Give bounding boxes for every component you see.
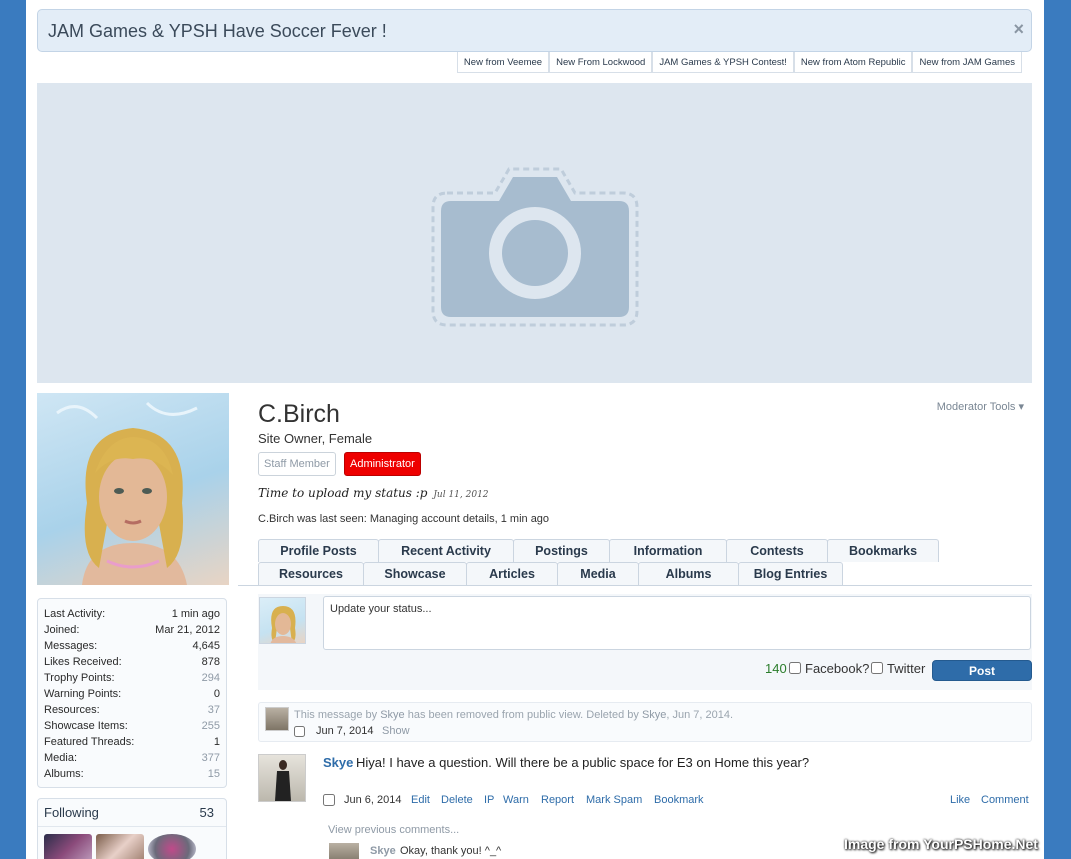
following-avatar[interactable] (96, 834, 144, 859)
camera-icon (431, 167, 639, 327)
ip-link[interactable]: IP (484, 794, 494, 806)
post-avatar-image (275, 760, 291, 801)
comment-text: Okay, thank you! ^_^ (400, 845, 502, 857)
post-text: Hiya! I have a question. Will there be a… (356, 755, 810, 770)
page: JAM Games & YPSH Have Soccer Fever ! × N… (26, 0, 1044, 859)
post-date[interactable]: Jun 6, 2014 (344, 794, 402, 806)
deleted-author-link[interactable]: Skye (380, 709, 404, 721)
tab-information[interactable]: Information (609, 539, 727, 562)
status-input[interactable] (323, 596, 1031, 650)
composer-avatar-image (270, 606, 297, 643)
stat-featured-threads: Featured Threads: 1 (44, 736, 220, 748)
stat-media: Media: 377 (44, 752, 220, 764)
member-stats: Last Activity: 1 min ago Joined: Mar 21, 2… (37, 598, 227, 788)
notice-tabs: New from Veemee New From Lockwood JAM Ga… (456, 52, 1022, 73)
tab-profile-posts[interactable]: Profile Posts (258, 539, 379, 562)
deleter-link[interactable]: Skye (642, 709, 666, 721)
report-link[interactable]: Report (541, 794, 574, 806)
facebook-label: Facebook? (805, 661, 870, 676)
notice-title: JAM Games & YPSH Have Soccer Fever ! (48, 21, 387, 41)
stat-joined: Joined: Mar 21, 2012 (44, 624, 220, 636)
bookmark-link[interactable]: Bookmark (654, 794, 704, 806)
comment-author-link[interactable]: Skye (370, 845, 396, 857)
avatar-image (56, 401, 198, 585)
following-box: Following 53 (37, 798, 227, 859)
following-avatar[interactable] (148, 834, 196, 859)
stat-showcase-items: Showcase Items: 255 (44, 720, 220, 732)
cover-photo (37, 83, 1032, 383)
post-author-link[interactable]: Skye (323, 755, 353, 770)
notice-tab-contest[interactable]: JAM Games & YPSH Contest! (652, 52, 794, 73)
twitter-label: Twitter (887, 661, 926, 676)
stat-messages: Messages: 4,645 (44, 640, 220, 652)
post-select-checkbox[interactable] (323, 794, 335, 806)
deleted-suffix: , Jun 7, 2014. (666, 709, 734, 721)
notice-tab-lockwood[interactable]: New From Lockwood (549, 52, 653, 73)
comment-author-avatar[interactable] (329, 843, 359, 859)
user-title: Site Owner, Female (258, 431, 373, 446)
following-count: 53 (199, 805, 214, 820)
following-avatar[interactable] (44, 834, 92, 859)
staff-member-badge: Staff Member (258, 452, 336, 476)
character-counter: 140 (765, 661, 787, 676)
stat-resources: Resources: 37 (44, 704, 220, 716)
moderator-tools-menu[interactable]: Moderator Tools ▾ (937, 400, 1024, 413)
following-header[interactable]: Following 53 (38, 799, 226, 827)
avatar[interactable] (37, 393, 229, 585)
like-link[interactable]: Like (950, 794, 970, 806)
deleted-select-checkbox[interactable] (294, 726, 305, 737)
mark-spam-link[interactable]: Mark Spam (586, 794, 642, 806)
tab-postings[interactable]: Postings (513, 539, 610, 562)
close-icon[interactable]: × (1013, 19, 1024, 40)
stat-likes: Likes Received: 878 (44, 656, 220, 668)
profile-tabs-row-1: Profile Posts Recent Activity Postings I… (258, 539, 939, 562)
tab-bookmarks[interactable]: Bookmarks (827, 539, 939, 562)
view-previous-comments-link[interactable]: View previous comments... (328, 824, 459, 836)
edit-link[interactable]: Edit (411, 794, 430, 806)
deleted-notice: This message by Skye has been removed fr… (294, 709, 733, 721)
deleted-prefix: This message by (294, 709, 378, 721)
show-link[interactable]: Show (382, 725, 410, 737)
delete-link[interactable]: Delete (441, 794, 473, 806)
status-text: Time to upload my status :p (258, 486, 428, 500)
notice-bar: JAM Games & YPSH Have Soccer Fever ! × (37, 9, 1032, 52)
user-status: Time to upload my status :p Jul 11, 2012 (258, 486, 489, 500)
notice-tab-jam-games[interactable]: New from JAM Games (912, 52, 1022, 73)
administrator-badge: Administrator (344, 452, 421, 476)
profile-main: Moderator Tools ▾ C.Birch Site Owner, Fe… (238, 393, 1032, 859)
deleted-date[interactable]: Jun 7, 2014 (316, 725, 374, 737)
notice-tab-veemee[interactable]: New from Veemee (456, 52, 550, 73)
tab-showcase[interactable]: Showcase (363, 562, 467, 585)
post-button[interactable]: Post (932, 660, 1032, 681)
stat-trophy-points: Trophy Points: 294 (44, 672, 220, 684)
following-label[interactable]: Following (44, 805, 99, 826)
post-author-avatar[interactable] (258, 754, 306, 802)
tab-blog-entries[interactable]: Blog Entries (738, 562, 843, 585)
profile-tabs-row-2: Resources Showcase Articles Media Albums… (258, 562, 843, 585)
comment-link[interactable]: Comment (981, 794, 1029, 806)
last-seen: C.Birch was last seen: Managing account … (258, 513, 550, 525)
deleted-author-avatar[interactable] (265, 707, 289, 731)
warn-link[interactable]: Warn (503, 794, 529, 806)
tab-albums[interactable]: Albums (638, 562, 739, 585)
tab-resources[interactable]: Resources (258, 562, 364, 585)
tab-recent-activity[interactable]: Recent Activity (378, 539, 514, 562)
stat-last-activity: Last Activity: 1 min ago (44, 608, 220, 620)
status-date[interactable]: Jul 11, 2012 (433, 490, 488, 500)
stat-albums: Albums: 15 (44, 768, 220, 780)
page-title: C.Birch (258, 400, 340, 428)
tab-contests[interactable]: Contests (726, 539, 828, 562)
composer-avatar (259, 597, 306, 644)
tab-divider (238, 585, 1032, 586)
tab-articles[interactable]: Articles (466, 562, 558, 585)
tab-media[interactable]: Media (557, 562, 639, 585)
facebook-checkbox[interactable] (789, 662, 801, 674)
deleted-message: This message by Skye has been removed fr… (258, 702, 1032, 742)
watermark: Image from YourPSHome.Net (844, 836, 1038, 852)
deleted-middle: has been removed from public view. Delet… (407, 709, 639, 721)
notice-tab-atom-republic[interactable]: New from Atom Republic (793, 52, 913, 73)
stat-warning-points: Warning Points: 0 (44, 688, 220, 700)
status-update-form: 140 Facebook? Twitter Post (258, 594, 1032, 690)
twitter-checkbox[interactable] (871, 662, 883, 674)
